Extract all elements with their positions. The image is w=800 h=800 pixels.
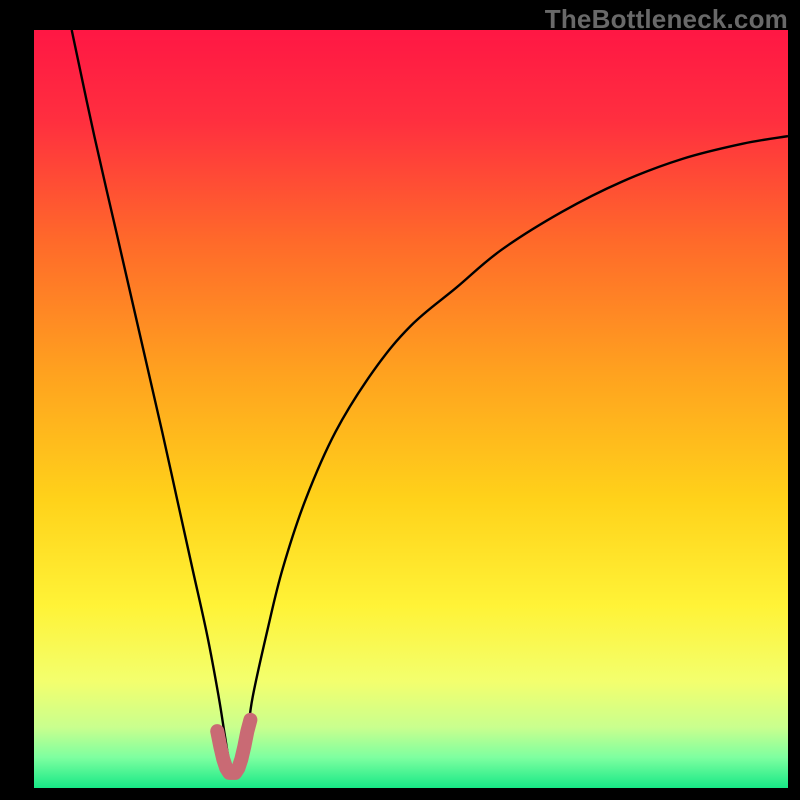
bottleneck-curve <box>72 30 788 773</box>
watermark-text: TheBottleneck.com <box>545 4 788 35</box>
bottom-marker <box>217 720 250 773</box>
chart-frame: TheBottleneck.com <box>0 0 800 800</box>
plot-area <box>34 30 788 788</box>
curve-layer <box>34 30 788 788</box>
